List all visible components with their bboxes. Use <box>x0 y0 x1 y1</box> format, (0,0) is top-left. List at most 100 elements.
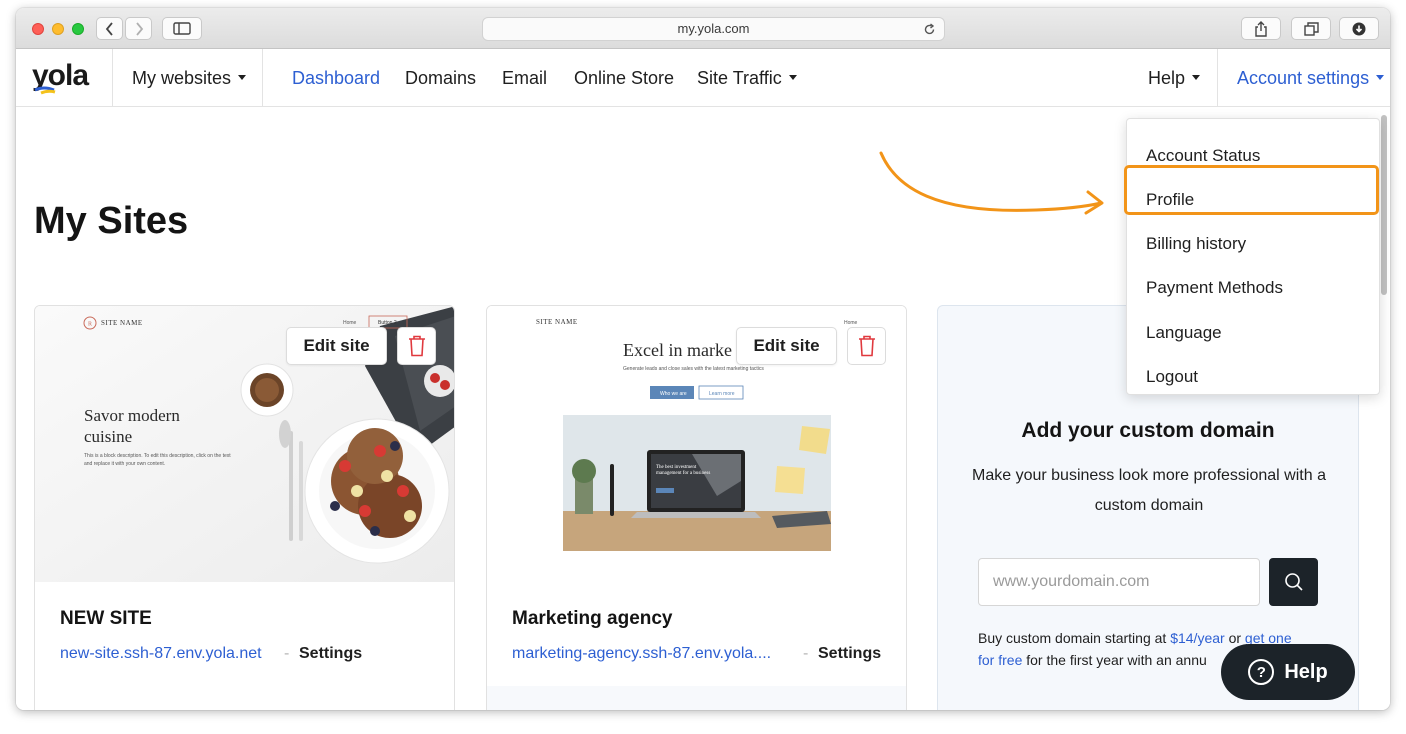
question-mark-icon: ? <box>1248 659 1275 685</box>
caret-down-icon <box>1192 75 1201 81</box>
site-url-link[interactable]: marketing-agency.ssh-87.env.yola.... <box>512 645 771 663</box>
delete-site-button[interactable] <box>847 327 886 365</box>
maximize-window-button[interactable] <box>72 23 84 35</box>
nav-email[interactable]: Email <box>502 49 547 107</box>
site-preview-image: SITE NAME Home Excel in marke Generate l… <box>487 306 906 582</box>
chevron-left-icon <box>105 21 113 36</box>
download-icon <box>1352 22 1366 35</box>
menu-item-payment-methods[interactable]: Payment Methods <box>1146 278 1283 298</box>
preview-headline-1: Savor modern <box>84 406 180 425</box>
site-thumbnail[interactable]: R SITE NAME Home Button 2 Savor modern c… <box>35 306 454 582</box>
account-settings-dropdown: Account Status Profile Billing history P… <box>1126 118 1380 395</box>
nav-my-websites[interactable]: My websites <box>132 49 247 107</box>
domain-search-button[interactable] <box>1269 558 1318 606</box>
price-link[interactable]: $14/year <box>1170 630 1224 646</box>
preview-desc-1: This is a block description. To edit thi… <box>84 453 231 459</box>
menu-item-logout[interactable]: Logout <box>1146 367 1198 387</box>
sidebar-toggle-button[interactable] <box>162 17 202 40</box>
minimize-window-button[interactable] <box>52 23 64 35</box>
search-icon <box>1284 573 1303 591</box>
preview-site-name: SITE NAME <box>101 319 143 327</box>
browser-window: my.yola.com yola My websites Dashboard D… <box>16 8 1390 710</box>
nav-site-traffic[interactable]: Site Traffic <box>697 49 797 107</box>
preview-screen-text-2: management for a business <box>656 471 710 476</box>
footnote-text: for the first year with an annu <box>1022 652 1207 668</box>
nav-domains[interactable]: Domains <box>405 49 476 107</box>
nav-divider <box>262 49 263 107</box>
nav-account-settings-label: Account settings <box>1237 68 1370 88</box>
domain-search-input[interactable]: www.yourdomain.com <box>978 558 1260 606</box>
nav-account-settings[interactable]: Account settings <box>1237 49 1385 107</box>
delete-site-button[interactable] <box>397 327 436 365</box>
site-name: NEW SITE <box>60 608 152 629</box>
nav-online-store[interactable]: Online Store <box>574 49 674 107</box>
site-settings-link[interactable]: Settings <box>818 645 881 663</box>
reload-icon[interactable] <box>920 18 938 40</box>
preview-sub: Generate leads and close sales with the … <box>623 366 764 372</box>
caret-down-icon <box>1376 75 1385 81</box>
footnote-text: or <box>1224 630 1245 646</box>
site-preview-image: R SITE NAME Home Button 2 Savor modern c… <box>35 306 454 582</box>
close-window-button[interactable] <box>32 23 44 35</box>
nav-my-websites-label: My websites <box>132 68 232 88</box>
nav-divider <box>112 49 113 107</box>
nav-divider <box>1217 49 1218 107</box>
svg-text:R: R <box>88 322 92 328</box>
preview-headline: Excel in marke <box>623 340 732 360</box>
forward-button[interactable] <box>125 17 152 40</box>
browser-toolbar: my.yola.com <box>16 8 1390 49</box>
separator: - <box>803 645 809 662</box>
downloads-button[interactable] <box>1339 17 1379 40</box>
preview-menu-button: Button 2 <box>378 320 397 326</box>
nav-help-label: Help <box>1148 68 1186 88</box>
url-text: my.yola.com <box>677 21 750 36</box>
chevron-right-icon <box>135 21 143 36</box>
nav-site-traffic-label: Site Traffic <box>697 68 782 88</box>
card-footer <box>487 686 906 710</box>
site-thumbnail[interactable]: SITE NAME Home Excel in marke Generate l… <box>487 306 906 582</box>
preview-menu-home: Home <box>343 320 357 326</box>
separator: - <box>284 645 290 662</box>
yola-logo[interactable]: yola <box>32 59 96 95</box>
top-navigation: yola My websites Dashboard Domains Email… <box>16 49 1390 107</box>
preview-site-name: SITE NAME <box>536 318 578 326</box>
tabs-overview-button[interactable] <box>1291 17 1331 40</box>
for-free-link[interactable]: for free <box>978 652 1022 668</box>
annotation-arrow-icon <box>879 151 1104 215</box>
custom-domain-subtitle: Make your business look more professiona… <box>972 467 1326 514</box>
caret-down-icon <box>238 75 247 81</box>
menu-item-language[interactable]: Language <box>1146 323 1222 343</box>
site-name: Marketing agency <box>512 608 673 629</box>
share-button[interactable] <box>1241 17 1281 40</box>
site-card: R SITE NAME Home Button 2 Savor modern c… <box>34 305 455 710</box>
address-bar[interactable]: my.yola.com <box>482 17 945 41</box>
help-chat-button[interactable]: ? Help <box>1221 644 1355 700</box>
share-icon <box>1255 20 1267 37</box>
back-button[interactable] <box>96 17 123 40</box>
profile-highlight-outline <box>1124 165 1379 215</box>
nav-help[interactable]: Help <box>1148 49 1201 107</box>
tabs-icon <box>1303 21 1319 36</box>
site-card: SITE NAME Home Excel in marke Generate l… <box>486 305 907 710</box>
help-button-label: Help <box>1284 660 1328 683</box>
preview-screen-text-1: The best investment <box>656 465 697 470</box>
preview-headline-2: cuisine <box>84 427 132 446</box>
footnote-text: Buy custom domain starting at <box>978 630 1171 646</box>
edit-site-button[interactable]: Edit site <box>736 327 837 365</box>
menu-item-billing-history[interactable]: Billing history <box>1146 234 1246 254</box>
preview-btn1: Who we are <box>660 391 687 397</box>
site-settings-link[interactable]: Settings <box>299 645 362 663</box>
preview-desc-2: and replace it with your own content. <box>84 461 165 467</box>
preview-menu-home: Home <box>844 320 858 326</box>
menu-item-account-status[interactable]: Account Status <box>1146 146 1260 166</box>
page-title: My Sites <box>34 200 189 242</box>
custom-domain-title: Add your custom domain <box>1021 419 1275 442</box>
sidebar-icon <box>173 22 191 35</box>
trash-icon <box>408 335 425 357</box>
caret-down-icon <box>788 75 797 81</box>
page-scrollbar[interactable] <box>1381 115 1387 295</box>
nav-dashboard[interactable]: Dashboard <box>292 49 380 107</box>
trash-icon <box>858 335 875 357</box>
edit-site-button[interactable]: Edit site <box>286 327 387 365</box>
site-url-link[interactable]: new-site.ssh-87.env.yola.net <box>60 645 262 663</box>
